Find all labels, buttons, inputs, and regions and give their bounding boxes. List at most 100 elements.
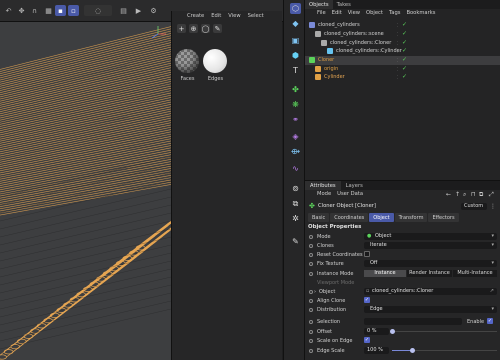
keyframe-icon[interactable] <box>309 299 313 303</box>
plus-icon[interactable]: + <box>177 24 186 33</box>
move-tool-icon[interactable]: ✥ <box>16 5 27 16</box>
edge-scale-slider[interactable] <box>392 347 497 353</box>
menu-create[interactable]: Create <box>187 13 204 23</box>
visibility-dots-icon[interactable]: ⁚ <box>397 49 398 54</box>
render-settings-icon[interactable]: ⚙ <box>148 5 159 16</box>
keyframe-icon[interactable] <box>309 349 313 353</box>
selection-field[interactable] <box>364 317 462 325</box>
keyframe-icon[interactable] <box>309 339 313 343</box>
circle-icon[interactable]: ◯ <box>201 24 210 33</box>
object-row[interactable]: Cylinder ⁚ ✓ <box>305 73 500 82</box>
enabled-check-icon[interactable]: ✓ <box>402 73 407 80</box>
reset-coordinates-checkbox[interactable] <box>364 251 370 257</box>
enabled-check-icon[interactable]: ✓ <box>402 21 407 28</box>
text-icon[interactable]: T <box>290 65 301 76</box>
magnet-icon[interactable]: ∩ <box>29 5 40 16</box>
deformer-icon[interactable]: ◈ <box>290 131 301 142</box>
object-row[interactable]: cloned_cylinders ⁚ ✓ <box>305 21 500 30</box>
3d-viewport[interactable] <box>0 22 171 360</box>
render-region-icon[interactable]: ⊚ <box>290 183 301 194</box>
null-icon[interactable]: ▣ <box>290 35 301 46</box>
instance-option[interactable]: Instance <box>364 269 406 277</box>
new-window-icon[interactable]: ⧉ <box>479 191 483 199</box>
align-clone-checkbox[interactable]: ✓ <box>364 297 370 303</box>
edges-mode-icon[interactable]: ▫ <box>68 5 79 16</box>
paint-icon[interactable]: ✎ <box>290 236 301 247</box>
keyframe-icon[interactable] <box>309 290 313 294</box>
add-material-icon[interactable]: ⊕ <box>189 24 198 33</box>
edge-scale-input[interactable]: 100 % <box>364 346 389 354</box>
lock-icon[interactable]: ⊓ <box>471 191 476 198</box>
tab-objects[interactable]: Objects <box>305 0 333 9</box>
object-name[interactable]: cloned_cylinders::Cylinder <box>336 48 402 54</box>
cylinder-icon[interactable]: ⬢ <box>290 50 301 61</box>
object-link-field[interactable]: ▫ cloned_cylinders::Cloner ↗ <box>364 287 497 296</box>
subtab-basic[interactable]: Basic <box>308 213 330 222</box>
menu-edit[interactable]: Edit <box>332 10 342 20</box>
enable-checkbox[interactable]: ✓ <box>487 318 493 324</box>
camera-icon[interactable]: ⟴ <box>290 146 301 157</box>
subtab-effectors[interactable]: Effectors <box>428 213 459 222</box>
offset-slider-knob[interactable] <box>389 328 395 334</box>
material-faces[interactable]: Faces <box>175 49 200 82</box>
keyframe-icon[interactable] <box>309 244 313 248</box>
visibility-dots-icon[interactable]: ⁚ <box>397 67 398 72</box>
subtab-transform[interactable]: Transform <box>394 213 428 222</box>
object-name[interactable]: Cylinder <box>324 74 345 80</box>
enabled-check-icon[interactable]: ✓ <box>402 65 407 72</box>
visibility-dots-icon[interactable]: ⁚ <box>397 58 398 63</box>
menu-mode[interactable]: Mode <box>317 191 331 200</box>
object-name[interactable]: Cloner <box>318 57 334 63</box>
object-name[interactable]: cloned_cylinders::scene <box>324 31 384 37</box>
expand-icon[interactable]: ⤢ <box>489 191 494 199</box>
object-name[interactable]: origin <box>324 66 338 72</box>
enabled-check-icon[interactable]: ✓ <box>402 56 407 63</box>
visibility-dots-icon[interactable]: ⁚ <box>397 75 398 80</box>
fix-texture-dropdown[interactable]: Off ▾ <box>364 259 497 267</box>
object-name[interactable]: cloned_cylinders::Cloner <box>330 40 391 46</box>
keyframe-icon[interactable] <box>309 235 313 239</box>
cloner-icon[interactable]: ✤ <box>290 84 301 95</box>
visibility-dots-icon[interactable]: ⁚ <box>397 23 398 28</box>
scale-on-edge-checkbox[interactable]: ✓ <box>364 337 370 343</box>
viewport-canvas[interactable] <box>0 22 171 360</box>
expand-arrow-icon[interactable]: › <box>314 289 316 295</box>
menu-view[interactable]: View <box>348 10 360 20</box>
object-row[interactable]: Cloner ⁚ ✓ <box>305 56 500 65</box>
keyframe-icon[interactable] <box>309 272 313 276</box>
keyframe-icon[interactable] <box>309 320 313 324</box>
preset-dropdown[interactable]: Custom <box>461 202 487 210</box>
snap-icon[interactable]: ⧉ <box>290 198 301 209</box>
tab-layers[interactable]: Layers <box>341 181 368 190</box>
render-instance-option[interactable]: Render Instance <box>407 269 452 277</box>
menu-object[interactable]: Object <box>366 10 383 20</box>
render-icon[interactable]: ▶ <box>133 5 144 16</box>
object-row[interactable]: cloned_cylinders::scene ⁚ ✓ <box>305 30 500 39</box>
menu-file[interactable]: File <box>317 10 326 20</box>
menu-user-data[interactable]: User Data <box>337 191 363 200</box>
viewport-icon[interactable]: ⬡ <box>290 3 301 14</box>
tab-takes[interactable]: Takes <box>333 0 355 9</box>
distribution-dropdown[interactable]: Edge ▾ <box>364 305 497 313</box>
render-view-icon[interactable]: ▤ <box>118 5 129 16</box>
keyframe-icon[interactable] <box>309 308 313 312</box>
points-mode-icon[interactable]: ▪ <box>55 5 66 16</box>
material-edges[interactable]: Edges <box>203 49 228 82</box>
enabled-check-icon[interactable]: ✓ <box>402 39 407 46</box>
eyedropper-icon[interactable]: ✎ <box>213 24 222 33</box>
up-icon[interactable]: ↑ <box>455 191 460 198</box>
clones-dropdown[interactable]: Iterate ▾ <box>364 241 497 249</box>
mograph-icon[interactable]: ❋ <box>290 99 301 110</box>
offset-slider[interactable] <box>389 328 497 334</box>
link-arrow-icon[interactable]: ↗ <box>490 288 494 296</box>
menu-select[interactable]: Select <box>248 13 264 23</box>
keyframe-icon[interactable] <box>309 262 313 266</box>
more-icon[interactable]: ⋮ <box>490 203 496 210</box>
enabled-check-icon[interactable]: ✓ <box>402 30 407 37</box>
object-name[interactable]: cloned_cylinders <box>318 22 360 28</box>
effector-icon[interactable]: ⚭ <box>290 114 301 125</box>
back-icon[interactable]: ← <box>446 191 451 198</box>
menu-bookmarks[interactable]: Bookmarks <box>406 10 435 20</box>
cube-icon[interactable]: ◆ <box>290 18 301 29</box>
tab-attributes[interactable]: Attributes <box>305 181 341 190</box>
